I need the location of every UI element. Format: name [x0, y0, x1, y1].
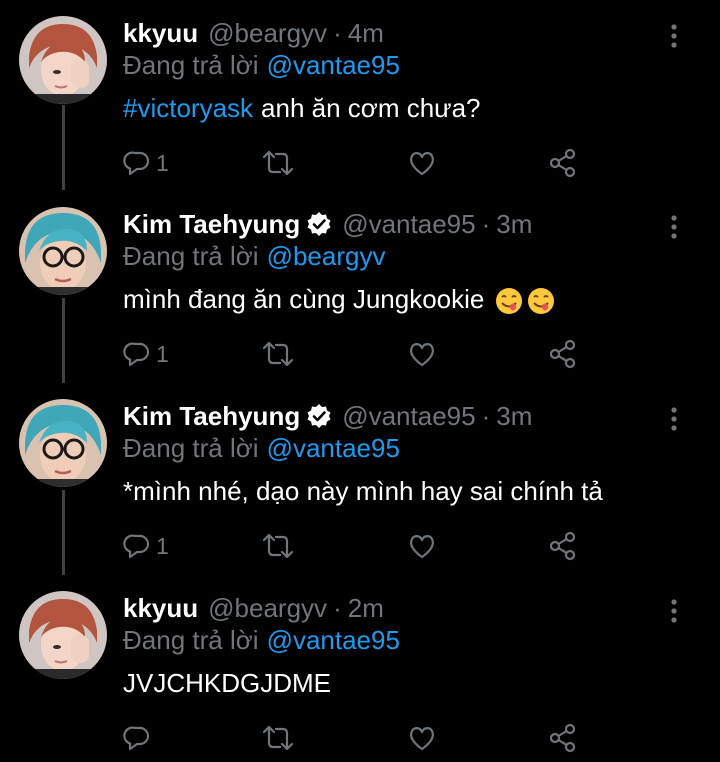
like-button[interactable]	[407, 337, 437, 371]
tweet-actions: 1	[0, 529, 720, 563]
replying-to: Đang trả lời @beargyv	[123, 241, 385, 272]
tweet-text: JVJCHKDGJDME	[123, 668, 331, 699]
timestamp[interactable]: 2m	[348, 593, 384, 624]
retweet-icon	[262, 150, 294, 176]
more-options-icon[interactable]	[662, 403, 686, 435]
tweet-header: kkyuu @beargyv · 2m	[123, 591, 384, 625]
retweet-icon	[262, 341, 294, 367]
reply-icon	[123, 342, 150, 367]
tweet-header: kkyuu @beargyv · 4m	[123, 16, 384, 50]
hashtag-link[interactable]: #victoryask	[123, 93, 253, 123]
share-button[interactable]	[548, 721, 578, 755]
like-button[interactable]	[407, 146, 437, 180]
timestamp[interactable]: 4m	[348, 18, 384, 49]
separator-dot: ·	[333, 17, 342, 48]
replying-to-label: Đang trả lời	[123, 50, 259, 80]
mention-link[interactable]: @beargyv	[267, 241, 386, 271]
tweet-header: Kim Taehyung @vantae95 · 3m	[123, 207, 532, 241]
separator-dot: ·	[481, 400, 491, 431]
heart-icon	[410, 727, 434, 751]
retweet-icon	[262, 725, 294, 751]
tweet-text: mình đang ăn cùng Jungkookie	[123, 284, 556, 316]
tweet-body: anh ăn cơm chưa?	[261, 93, 481, 123]
like-button[interactable]	[407, 529, 437, 563]
tweet-body: JVJCHKDGJDME	[123, 668, 332, 698]
user-handle[interactable]: @vantae95	[342, 401, 475, 432]
like-button[interactable]	[407, 721, 437, 755]
retweet-icon	[262, 533, 294, 559]
reply-icon	[123, 151, 150, 176]
user-handle[interactable]: @beargyv	[208, 18, 327, 49]
reply-icon	[123, 726, 150, 751]
separator-dot: ·	[481, 208, 491, 239]
retweet-button[interactable]	[260, 721, 296, 755]
tweet-header: Kim Taehyung @vantae95 · 3m	[123, 399, 532, 433]
replying-to: Đang trả lời @vantae95	[123, 625, 400, 656]
tweet-actions	[0, 721, 720, 755]
display-name[interactable]: Kim Taehyung	[123, 401, 300, 432]
tweet-text: *mình nhé, dạo này mình hay sai chính tả	[123, 476, 603, 507]
face-savoring-food-icon	[527, 288, 554, 315]
heart-icon	[410, 535, 434, 559]
replying-to-label: Đang trả lời	[123, 433, 259, 463]
tweet-actions: 1	[0, 337, 720, 371]
replying-to: Đang trả lời @vantae95	[123, 433, 400, 464]
heart-icon	[410, 343, 434, 367]
mention-link[interactable]: @vantae95	[267, 625, 400, 655]
share-button[interactable]	[548, 146, 578, 180]
reply-button[interactable]: 1	[122, 337, 169, 371]
share-button[interactable]	[548, 529, 578, 563]
retweet-button[interactable]	[260, 529, 296, 563]
reply-count: 1	[156, 532, 169, 559]
heart-icon	[410, 152, 434, 176]
share-button[interactable]	[548, 337, 578, 371]
avatar[interactable]	[19, 399, 107, 487]
display-name[interactable]: kkyuu	[123, 18, 198, 49]
reply-icon	[123, 534, 150, 559]
display-name[interactable]: kkyuu	[123, 593, 198, 624]
verified-badge-icon	[307, 212, 331, 236]
tweet-actions: 1	[0, 146, 720, 180]
timestamp[interactable]: 3m	[496, 209, 532, 240]
tweet-text: #victoryask anh ăn cơm chưa?	[123, 93, 481, 124]
user-handle[interactable]: @beargyv	[208, 593, 327, 624]
tweet-body: mình đang ăn cùng Jungkookie	[123, 284, 485, 314]
share-icon	[549, 723, 576, 753]
more-options-icon[interactable]	[662, 20, 686, 52]
tweet-body: *mình nhé, dạo này mình hay sai chính tả	[123, 476, 603, 506]
replying-to-label: Đang trả lời	[123, 625, 259, 655]
user-handle[interactable]: @vantae95	[342, 209, 475, 240]
avatar[interactable]	[19, 591, 107, 679]
face-savoring-food-icon	[495, 288, 522, 315]
reply-button[interactable]: 1	[122, 146, 169, 180]
mention-link[interactable]: @vantae95	[267, 433, 400, 463]
retweet-button[interactable]	[260, 337, 296, 371]
avatar[interactable]	[19, 16, 107, 104]
reply-count: 1	[156, 149, 169, 176]
reply-count: 1	[156, 340, 169, 367]
share-icon	[549, 339, 576, 369]
share-icon	[549, 531, 576, 561]
replying-to-label: Đang trả lời	[123, 241, 259, 271]
more-options-icon[interactable]	[662, 595, 686, 627]
more-options-icon[interactable]	[662, 211, 686, 243]
reply-button[interactable]: 1	[122, 529, 169, 563]
mention-link[interactable]: @vantae95	[267, 50, 400, 80]
replying-to: Đang trả lời @vantae95	[123, 50, 400, 81]
avatar[interactable]	[19, 207, 107, 295]
reply-button[interactable]	[122, 721, 156, 755]
share-icon	[549, 148, 576, 178]
display-name[interactable]: Kim Taehyung	[123, 209, 300, 240]
retweet-button[interactable]	[260, 146, 296, 180]
separator-dot: ·	[333, 592, 342, 623]
timestamp[interactable]: 3m	[496, 401, 532, 432]
verified-badge-icon	[307, 404, 331, 428]
